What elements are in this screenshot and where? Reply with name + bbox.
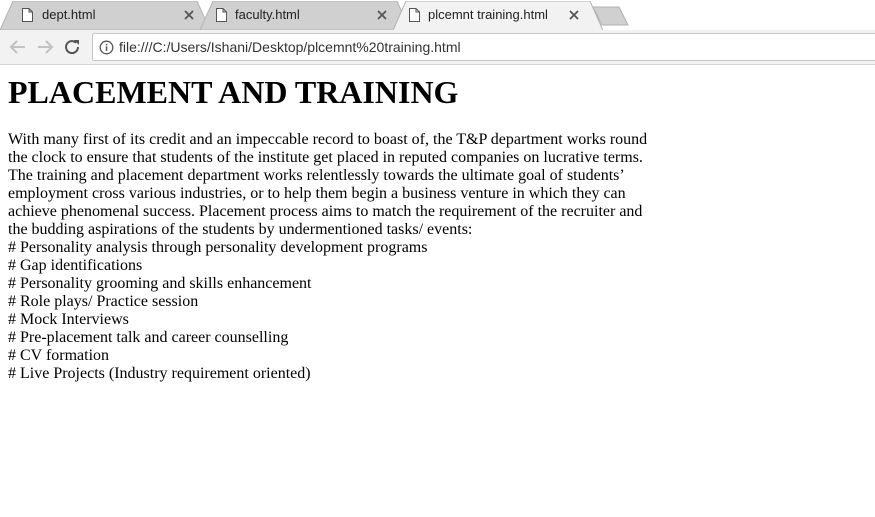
browser-toolbar: file:///C:/Users/Ishani/Desktop/plcemnt%…	[0, 30, 875, 65]
list-item: # Live Projects (Industry requirement or…	[8, 365, 311, 382]
intro-paragraph: With many first of its credit and an imp…	[8, 131, 658, 239]
forward-icon[interactable]	[35, 38, 55, 56]
info-icon[interactable]	[99, 40, 114, 55]
document-icon	[216, 8, 227, 22]
tab-title: plcemnt training.html	[428, 7, 548, 22]
reload-icon[interactable]	[63, 38, 83, 56]
tab-dept[interactable]: dept.html	[0, 1, 210, 30]
paragraph-line: the clock to ensure that students of the…	[8, 149, 643, 166]
back-icon[interactable]	[8, 38, 28, 56]
page-content: PLACEMENT AND TRAINING With many first o…	[8, 74, 658, 383]
list-item: # CV formation	[8, 347, 110, 364]
task-list: # Personality analysis through personali…	[8, 239, 658, 383]
document-icon	[409, 8, 420, 22]
tab-strip: dept.html faculty.html plcemnt training.…	[0, 0, 875, 30]
tab-title: dept.html	[42, 7, 96, 22]
paragraph-line: achieve phenomenal success. Placement pr…	[8, 203, 643, 220]
list-item: # Pre-placement talk and career counsell…	[8, 329, 289, 346]
tab-faculty[interactable]: faculty.html	[200, 1, 410, 30]
url-text: file:///C:/Users/Ishani/Desktop/plcemnt%…	[119, 39, 461, 55]
address-bar[interactable]: file:///C:/Users/Ishani/Desktop/plcemnt%…	[92, 33, 875, 61]
new-tab-button[interactable]	[592, 6, 630, 26]
paragraph-line: the budding aspirations of the students …	[8, 221, 473, 238]
close-icon[interactable]	[375, 8, 389, 22]
close-icon[interactable]	[182, 8, 196, 22]
document-icon	[22, 8, 33, 22]
list-item: # Mock Interviews	[8, 311, 129, 328]
list-item: # Personality grooming and skills enhanc…	[8, 275, 312, 292]
list-item: # Role plays/ Practice session	[8, 293, 199, 310]
paragraph-line: employment cross various industries, or …	[8, 185, 626, 202]
list-item: # Personality analysis through personali…	[8, 239, 428, 256]
list-item: # Gap identifications	[8, 257, 143, 274]
tab-plcemnt-training[interactable]: plcemnt training.html	[393, 1, 603, 30]
close-icon[interactable]	[567, 8, 581, 22]
page-title: PLACEMENT AND TRAINING	[8, 74, 459, 110]
paragraph-line: The training and placement department wo…	[8, 167, 625, 184]
paragraph-line: With many first of its credit and an imp…	[8, 131, 648, 148]
tab-title: faculty.html	[235, 7, 300, 22]
